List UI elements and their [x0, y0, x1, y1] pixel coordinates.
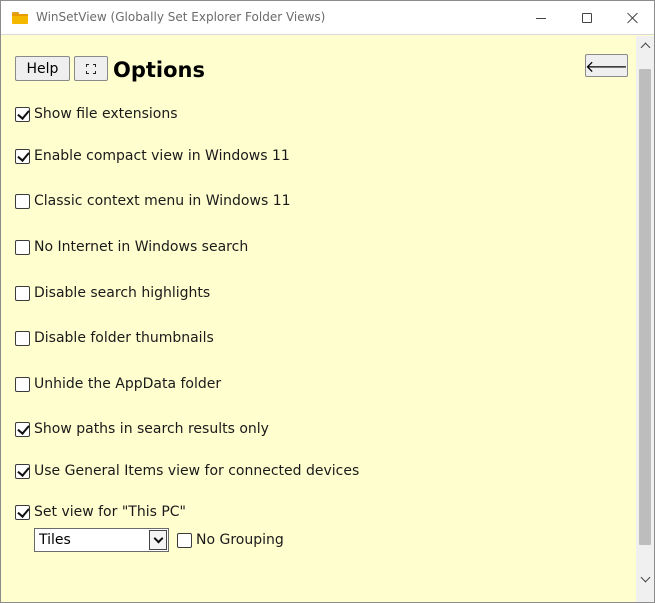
- select-value: Tiles: [39, 532, 71, 548]
- option-label: Classic context menu in Windows 11: [34, 193, 291, 209]
- vertical-scrollbar[interactable]: [636, 36, 654, 602]
- scrollbar-thumb[interactable]: [639, 69, 651, 545]
- option-disable-folder-thumbnails[interactable]: Disable folder thumbnails: [15, 330, 214, 346]
- minimize-icon: [536, 17, 546, 19]
- checkbox[interactable]: [15, 376, 30, 392]
- option-general-items-view[interactable]: Use General Items view for connected dev…: [15, 463, 359, 479]
- arrow-left-icon: 🡐: [585, 56, 628, 76]
- option-label: Show file extensions: [34, 106, 178, 122]
- option-compact-view[interactable]: Enable compact view in Windows 11: [15, 148, 290, 164]
- back-button[interactable]: 🡐: [585, 54, 628, 77]
- no-grouping-label: No Grouping: [196, 532, 284, 548]
- checkbox[interactable]: [15, 193, 30, 209]
- scroll-up-button[interactable]: [636, 36, 654, 54]
- chevron-down-icon: [640, 572, 650, 582]
- option-unhide-appdata[interactable]: Unhide the AppData folder: [15, 376, 221, 392]
- checkbox[interactable]: [15, 504, 30, 520]
- checkbox[interactable]: [15, 285, 30, 301]
- maximize-button[interactable]: [564, 1, 610, 35]
- maximize-icon: [582, 13, 592, 23]
- close-icon: [627, 12, 639, 24]
- help-button[interactable]: Help: [15, 56, 70, 81]
- checkbox[interactable]: [15, 330, 30, 346]
- option-label: Enable compact view in Windows 11: [34, 148, 290, 164]
- checkbox[interactable]: [15, 106, 30, 122]
- window-title: WinSetView (Globally Set Explorer Folder…: [36, 10, 326, 24]
- checkbox[interactable]: [15, 463, 30, 479]
- app-window: WinSetView (Globally Set Explorer Folder…: [0, 0, 655, 603]
- option-label: Show paths in search results only: [34, 421, 269, 437]
- chevron-down-icon: [153, 533, 163, 543]
- option-show-paths-search[interactable]: Show paths in search results only: [15, 421, 269, 437]
- option-label: No Internet in Windows search: [34, 239, 249, 255]
- no-grouping-checkbox[interactable]: [177, 532, 192, 548]
- option-label: Use General Items view for connected dev…: [34, 463, 360, 479]
- option-label: Disable folder thumbnails: [34, 330, 214, 346]
- option-label: Disable search highlights: [34, 285, 211, 301]
- close-button[interactable]: [610, 1, 655, 35]
- chevron-up-icon: [640, 42, 650, 52]
- checkbox[interactable]: [15, 239, 30, 255]
- minimize-button[interactable]: [518, 1, 564, 35]
- page-title: Options: [113, 58, 205, 82]
- fullscreen-icon: [86, 63, 96, 74]
- option-classic-context-menu[interactable]: Classic context menu in Windows 11: [15, 193, 291, 209]
- title-bar[interactable]: WinSetView (Globally Set Explorer Folder…: [1, 1, 654, 35]
- options-panel: Help Options 🡐 Show file extensions Enab…: [2, 36, 636, 602]
- option-show-file-extensions[interactable]: Show file extensions: [15, 106, 178, 122]
- checkbox[interactable]: [15, 148, 30, 164]
- option-label: Set view for "This PC": [34, 504, 186, 520]
- fullscreen-button[interactable]: [74, 56, 108, 81]
- option-disable-search-highlights[interactable]: Disable search highlights: [15, 285, 210, 301]
- option-set-view-this-pc[interactable]: Set view for "This PC": [15, 504, 186, 520]
- this-pc-view-select[interactable]: Tiles: [34, 528, 169, 552]
- checkbox[interactable]: [15, 421, 30, 437]
- option-no-internet-search[interactable]: No Internet in Windows search: [15, 239, 248, 255]
- dropdown-button[interactable]: [149, 530, 167, 550]
- scroll-down-button[interactable]: [636, 570, 654, 588]
- option-label: Unhide the AppData folder: [34, 376, 222, 392]
- no-grouping-option[interactable]: No Grouping: [177, 532, 284, 548]
- folder-icon: [12, 12, 28, 24]
